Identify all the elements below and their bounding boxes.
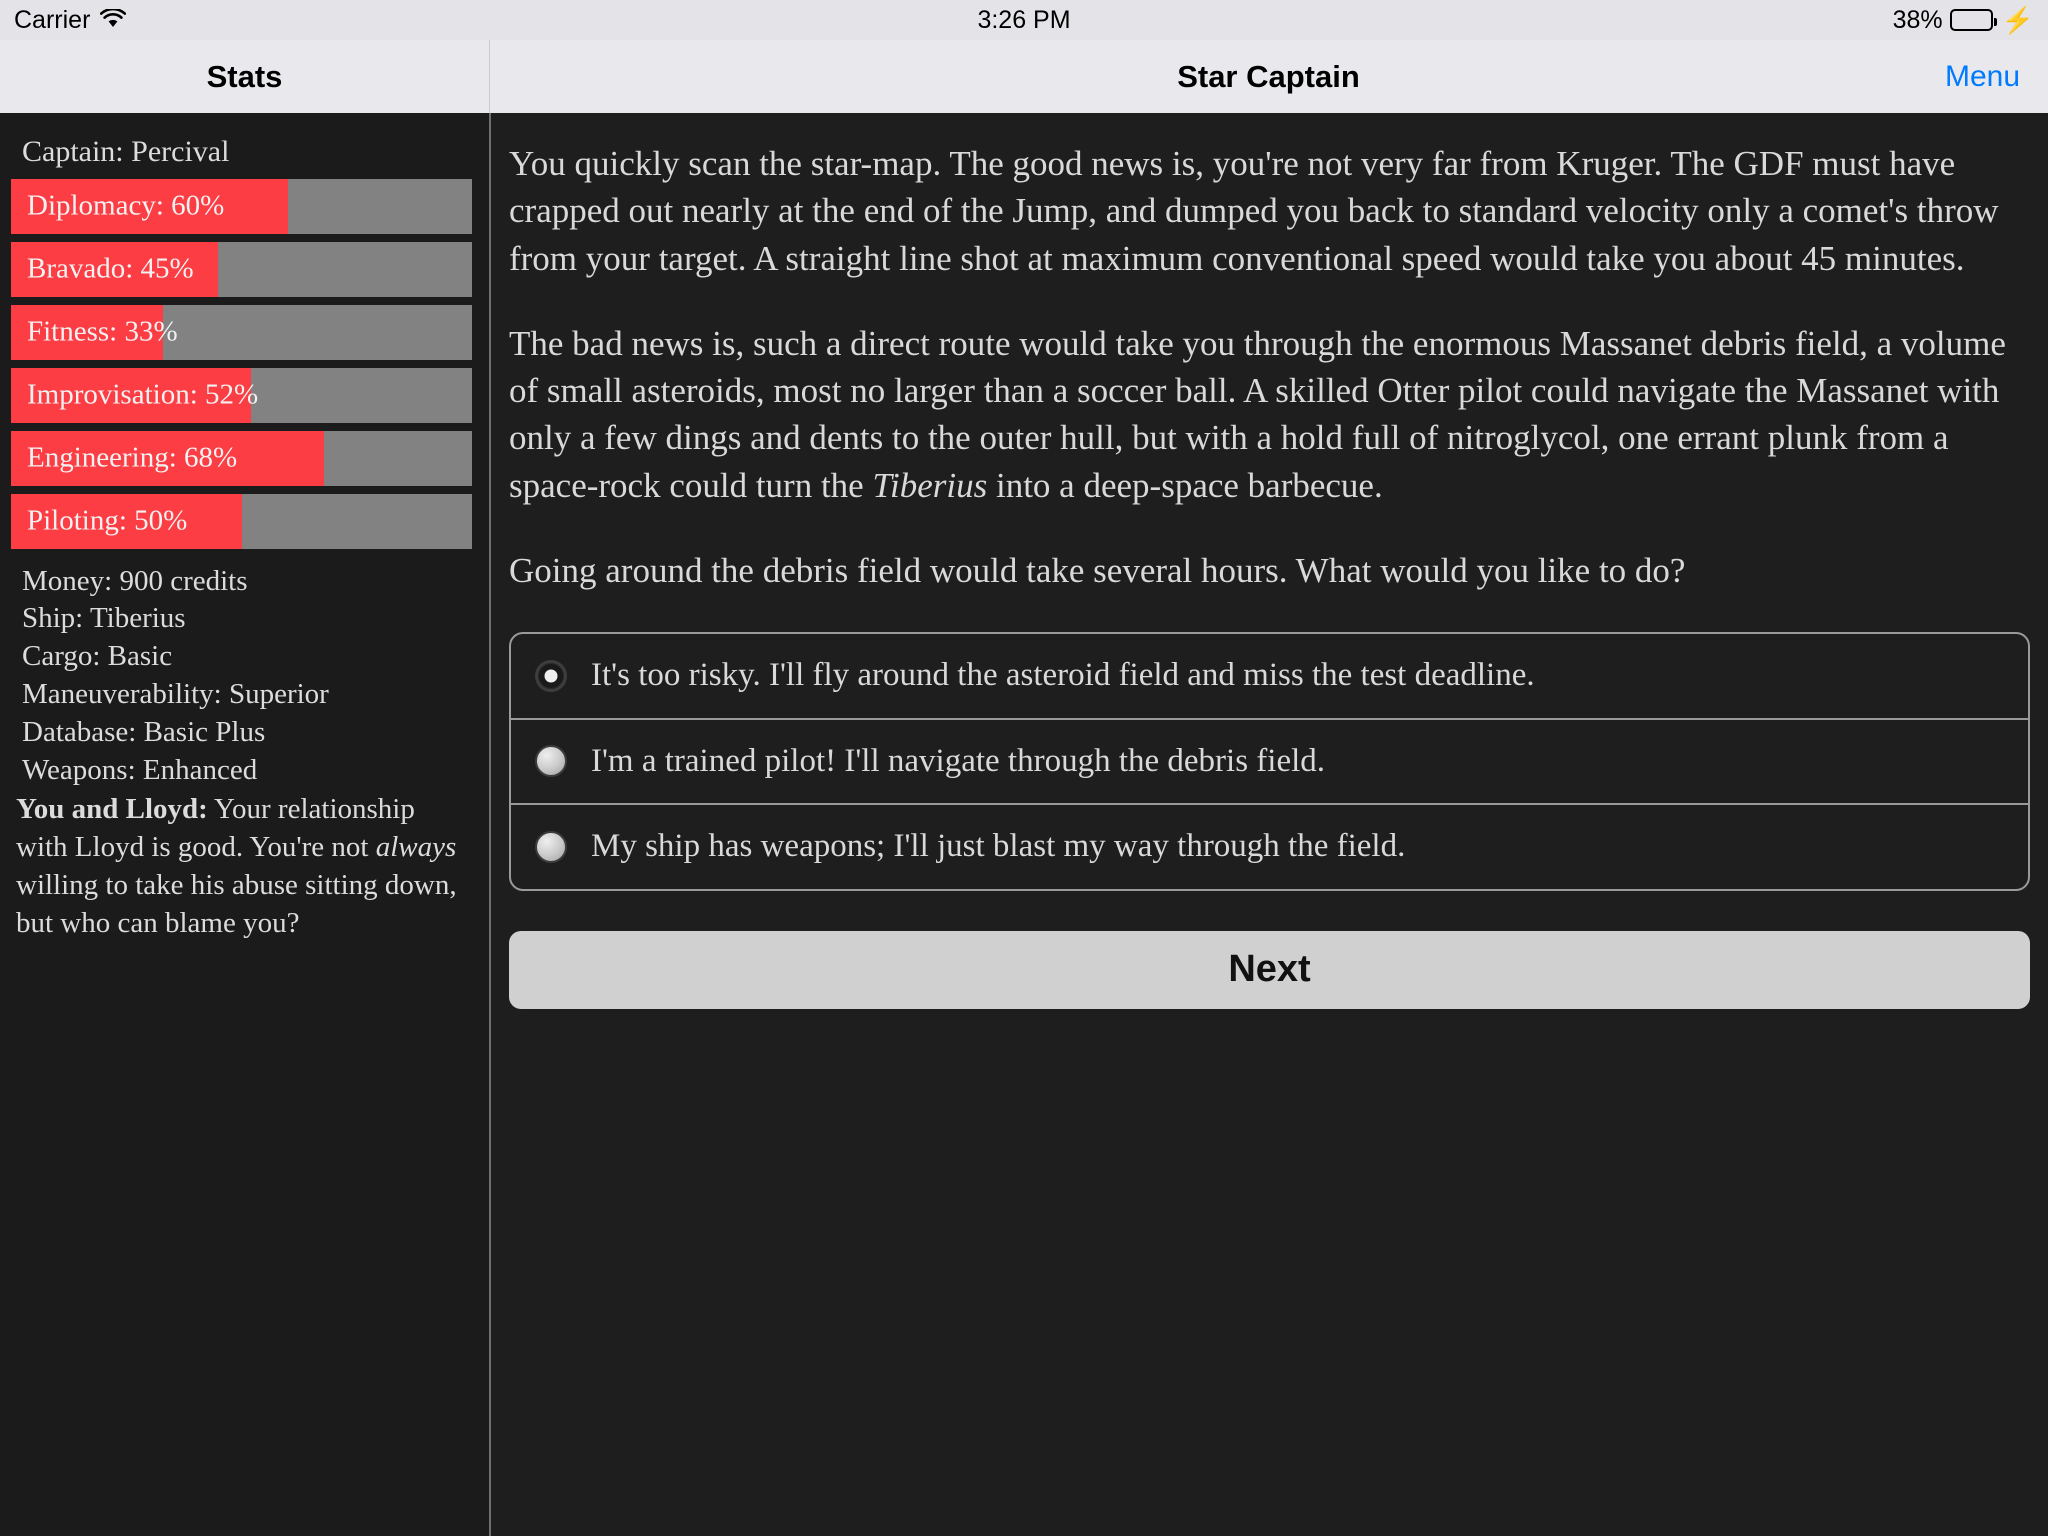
ship-info-line: Database: Basic Plus [22,716,266,749]
stat-bar-label: Improvisation: 52% [27,378,259,411]
stat-bar-label: Diplomacy: 60% [27,189,225,222]
stats-title: Stats [206,58,283,94]
story-paragraph-1: You quickly scan the star-map. The good … [509,144,1999,278]
choice-option[interactable]: My ship has weapons; I'll just blast my … [511,805,2028,889]
menu-button[interactable]: Menu [1945,60,2020,94]
ship-info-list: Money: 900 credits Ship: Tiberius Cargo: B… [0,557,489,791]
story-paragraph-3: Going around the debris field would take… [509,550,1686,590]
next-button[interactable]: Next [509,930,2030,1009]
ship-name-emphasis: Tiberius [872,465,988,505]
stat-bar-list: Diplomacy: 60% Bravado: 45% Fitness: 33% Im… [0,178,489,549]
stat-bar: Engineering: 68% [11,430,472,486]
story-paragraph-2: The bad news is, such a direct route wou… [509,320,2024,509]
ship-info-line: Money: 900 credits [22,564,248,597]
choice-label: It's too risky. I'll fly around the aste… [591,657,1535,693]
status-bar: Carrier 3:26 PM 38% ⚡ [0,0,2048,40]
app-title: Star Captain [1177,58,1360,94]
choice-option[interactable]: I'm a trained pilot! I'll navigate throu… [511,720,2028,806]
stat-bar: Piloting: 50% [11,493,472,549]
story-panel: You quickly scan the star-map. The good … [491,113,2048,1536]
stat-bar-label: Engineering: 68% [27,441,238,474]
ship-info-line: Weapons: Enhanced [22,754,258,787]
choice-label: My ship has weapons; I'll just blast my … [591,828,1406,865]
story-text: You quickly scan the star-map. The good … [491,113,2048,594]
stat-bar: Bravado: 45% [11,241,472,297]
choice-option[interactable]: It's too risky. I'll fly around the aste… [511,634,2028,720]
relationship-heading: You and Lloyd: [16,793,208,826]
ship-info-line: Maneuverability: Superior [22,678,329,711]
battery-icon [1949,9,1997,31]
ship-info-line: Ship: Tiberius [22,602,186,635]
stats-sidebar: Captain: Percival Diplomacy: 60% Bravado:… [0,113,489,1536]
relationship-text-after: willing to take his abuse sitting down, … [16,869,457,940]
radio-button-unselected[interactable] [535,830,567,863]
stat-bar: Improvisation: 52% [11,367,472,423]
ship-info-line: Cargo: Basic [22,640,173,673]
stat-bar-label: Bravado: 45% [27,252,194,285]
story-p2-after: into a deep-space barbecue. [987,465,1383,505]
stat-bar: Diplomacy: 60% [11,178,472,234]
relationship-paragraph: You and Lloyd: Your relationship with Ll… [0,791,489,943]
navigation-bar: Stats Star Captain Menu [0,40,2048,113]
choice-label: I'm a trained pilot! I'll navigate throu… [591,742,1326,779]
nav-divider [489,40,490,113]
stat-bar-label: Fitness: 33% [27,315,178,348]
radio-button-selected[interactable] [535,659,567,692]
choice-list: It's too risky. I'll fly around the aste… [509,632,2030,891]
captain-name-line: Captain: Percival [22,135,230,168]
stat-bar: Fitness: 33% [11,304,472,360]
status-bar-clock: 3:26 PM [977,5,1071,34]
sidebar-nav-bar: Stats [0,40,489,113]
status-bar-right: 38% ⚡ [1893,6,2034,35]
charging-bolt-icon: ⚡ [2001,5,2034,35]
stat-bar-label: Piloting: 50% [27,504,188,537]
relationship-emphasis: always [375,831,457,864]
battery-percent-label: 38% [1892,5,1943,34]
main-nav-bar: Star Captain [489,40,2048,113]
radio-button-unselected[interactable] [535,745,567,778]
